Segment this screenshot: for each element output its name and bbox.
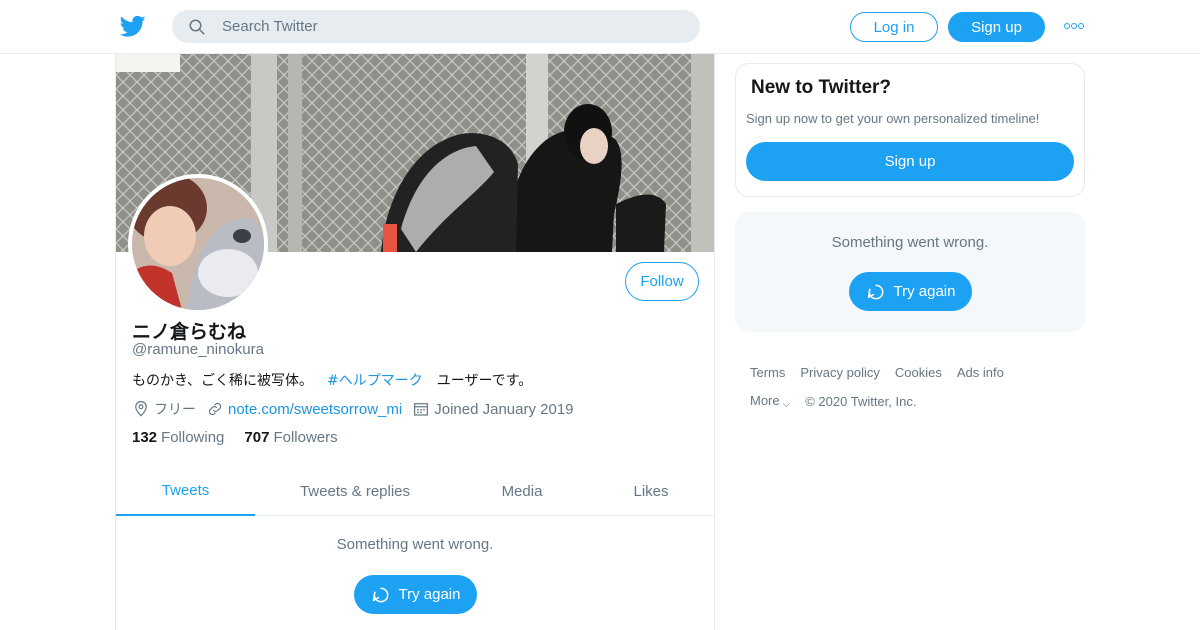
top-navigation-bar: Log in Sign up bbox=[0, 0, 1200, 54]
timeline-try-again-button[interactable]: Try again bbox=[354, 575, 477, 614]
chevron-down-icon: ⌵ bbox=[782, 398, 791, 410]
new-to-twitter-subtitle: Sign up now to get your own personalized… bbox=[746, 111, 1040, 126]
follow-button[interactable]: Follow bbox=[625, 262, 699, 301]
profile-meta: フリー note.com/sweetsorrow_mi Joined Janua… bbox=[132, 398, 584, 420]
new-to-twitter-card: New to Twitter? Sign up now to get your … bbox=[735, 63, 1085, 197]
following-count-link[interactable]: 132 Following bbox=[132, 429, 224, 446]
followers-count-link[interactable]: 707 Followers bbox=[244, 429, 337, 446]
footer-more-label: More bbox=[750, 392, 780, 408]
footer-link-privacy[interactable]: Privacy policy bbox=[800, 365, 879, 380]
search-icon bbox=[189, 19, 205, 35]
location-pin-icon bbox=[135, 400, 147, 417]
profile-display-name: ニノ倉らむね bbox=[132, 321, 247, 343]
bio-hashtag-link[interactable]: #ヘルプマーク bbox=[327, 373, 423, 389]
try-again-label: Try again bbox=[398, 586, 461, 603]
dot bbox=[1078, 23, 1084, 29]
timeline-error-message: Something went wrong. bbox=[336, 536, 494, 553]
profile-location: フリー bbox=[132, 399, 196, 419]
following-label: Following bbox=[161, 429, 225, 446]
calendar-icon bbox=[414, 403, 429, 416]
sidebar-try-again-button[interactable]: Try again bbox=[849, 272, 972, 311]
profile-join-date: Joined January 2019 bbox=[412, 400, 574, 418]
footer-link-terms[interactable]: Terms bbox=[750, 365, 785, 380]
location-text: フリー bbox=[154, 402, 196, 418]
link-icon bbox=[208, 402, 222, 416]
sidebar-error-card: Something went wrong. Try again bbox=[735, 212, 1085, 332]
footer-copyright: © 2020 Twitter, Inc. bbox=[805, 393, 917, 409]
footer-link-ads-info[interactable]: Ads info bbox=[957, 365, 1004, 380]
tab-media[interactable]: Media bbox=[476, 466, 568, 516]
search-input[interactable] bbox=[222, 10, 682, 43]
profile-bio: ものかき、ごく稀に被写体。 #ヘルプマーク ユーザーです。 bbox=[132, 370, 532, 390]
profile-url: note.com/sweetsorrow_mi bbox=[206, 400, 402, 418]
bio-text: ものかき、ごく稀に被写体。 bbox=[132, 373, 314, 389]
tab-tweets[interactable]: Tweets bbox=[116, 466, 255, 516]
footer-link-cookies[interactable]: Cookies bbox=[895, 365, 942, 380]
signup-button[interactable]: Sign up bbox=[948, 12, 1045, 42]
new-to-twitter-title: New to Twitter? bbox=[751, 77, 892, 98]
profile-tabs: Tweets Tweets & replies Media Likes bbox=[116, 466, 714, 516]
sidebar-signup-button[interactable]: Sign up bbox=[746, 142, 1074, 181]
followers-count: 707 bbox=[244, 429, 270, 446]
login-button[interactable]: Log in bbox=[850, 12, 938, 42]
followers-label: Followers bbox=[273, 429, 338, 446]
search-box[interactable] bbox=[172, 10, 700, 43]
profile-counts: 132 Following 707 Followers bbox=[132, 429, 338, 446]
refresh-icon bbox=[372, 587, 388, 602]
following-count: 132 bbox=[132, 429, 158, 446]
dot bbox=[1071, 23, 1077, 29]
join-date-text: Joined January 2019 bbox=[434, 400, 574, 418]
tab-likes[interactable]: Likes bbox=[611, 466, 691, 516]
profile-avatar[interactable] bbox=[128, 174, 268, 314]
avatar-photo bbox=[132, 178, 264, 310]
sidebar-footer: Terms Privacy policy Cookies Ads info Mo… bbox=[750, 363, 1080, 421]
sidebar-error-message: Something went wrong. bbox=[831, 234, 989, 251]
bio-text-suffix: ユーザーです。 bbox=[436, 373, 533, 389]
footer-more-menu[interactable]: More ⌵ bbox=[750, 393, 790, 410]
try-again-label: Try again bbox=[893, 283, 956, 300]
twitter-bird-icon[interactable] bbox=[119, 13, 147, 39]
dot bbox=[1064, 23, 1070, 29]
refresh-icon bbox=[867, 284, 883, 299]
profile-website-link[interactable]: note.com/sweetsorrow_mi bbox=[228, 401, 402, 418]
profile-column: Follow ニノ倉らむね @ramune_ninokura ものかき、ごく稀に… bbox=[115, 54, 715, 630]
profile-handle: @ramune_ninokura bbox=[132, 341, 264, 358]
more-dots-icon[interactable] bbox=[1064, 21, 1086, 31]
tab-tweets-and-replies[interactable]: Tweets & replies bbox=[286, 466, 424, 516]
